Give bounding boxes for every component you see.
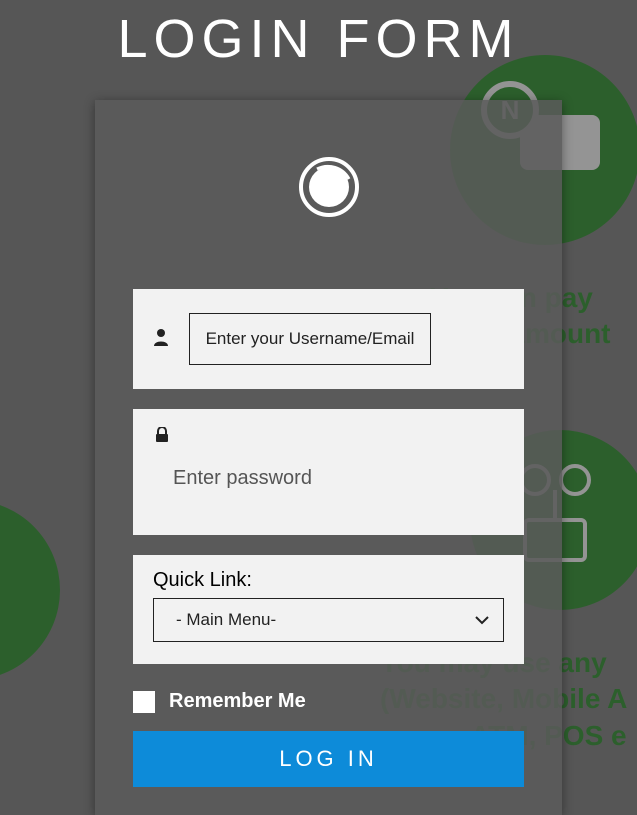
password-field-wrap: [133, 409, 524, 535]
quick-link-label: Quick Link:: [153, 569, 504, 592]
login-card: Quick Link: - Main Menu- Remember Me LOG…: [95, 100, 562, 815]
lock-icon: [155, 427, 502, 448]
user-icon: [133, 328, 189, 351]
username-input-box: [189, 313, 431, 365]
logo-icon: [297, 155, 361, 224]
quick-link-wrap: Quick Link: - Main Menu-: [133, 555, 524, 664]
remember-label: Remember Me: [169, 690, 306, 713]
chevron-down-icon: [475, 612, 503, 628]
password-input[interactable]: [155, 466, 522, 491]
remember-row: Remember Me: [133, 690, 524, 713]
page-title: LOGIN FORM: [0, 8, 637, 70]
username-input[interactable]: [198, 328, 423, 350]
username-field-wrap: [133, 289, 524, 389]
quick-link-selected: - Main Menu-: [154, 610, 475, 630]
remember-checkbox[interactable]: [133, 691, 155, 713]
quick-link-select[interactable]: - Main Menu-: [153, 598, 504, 642]
login-button[interactable]: LOG IN: [133, 731, 524, 787]
